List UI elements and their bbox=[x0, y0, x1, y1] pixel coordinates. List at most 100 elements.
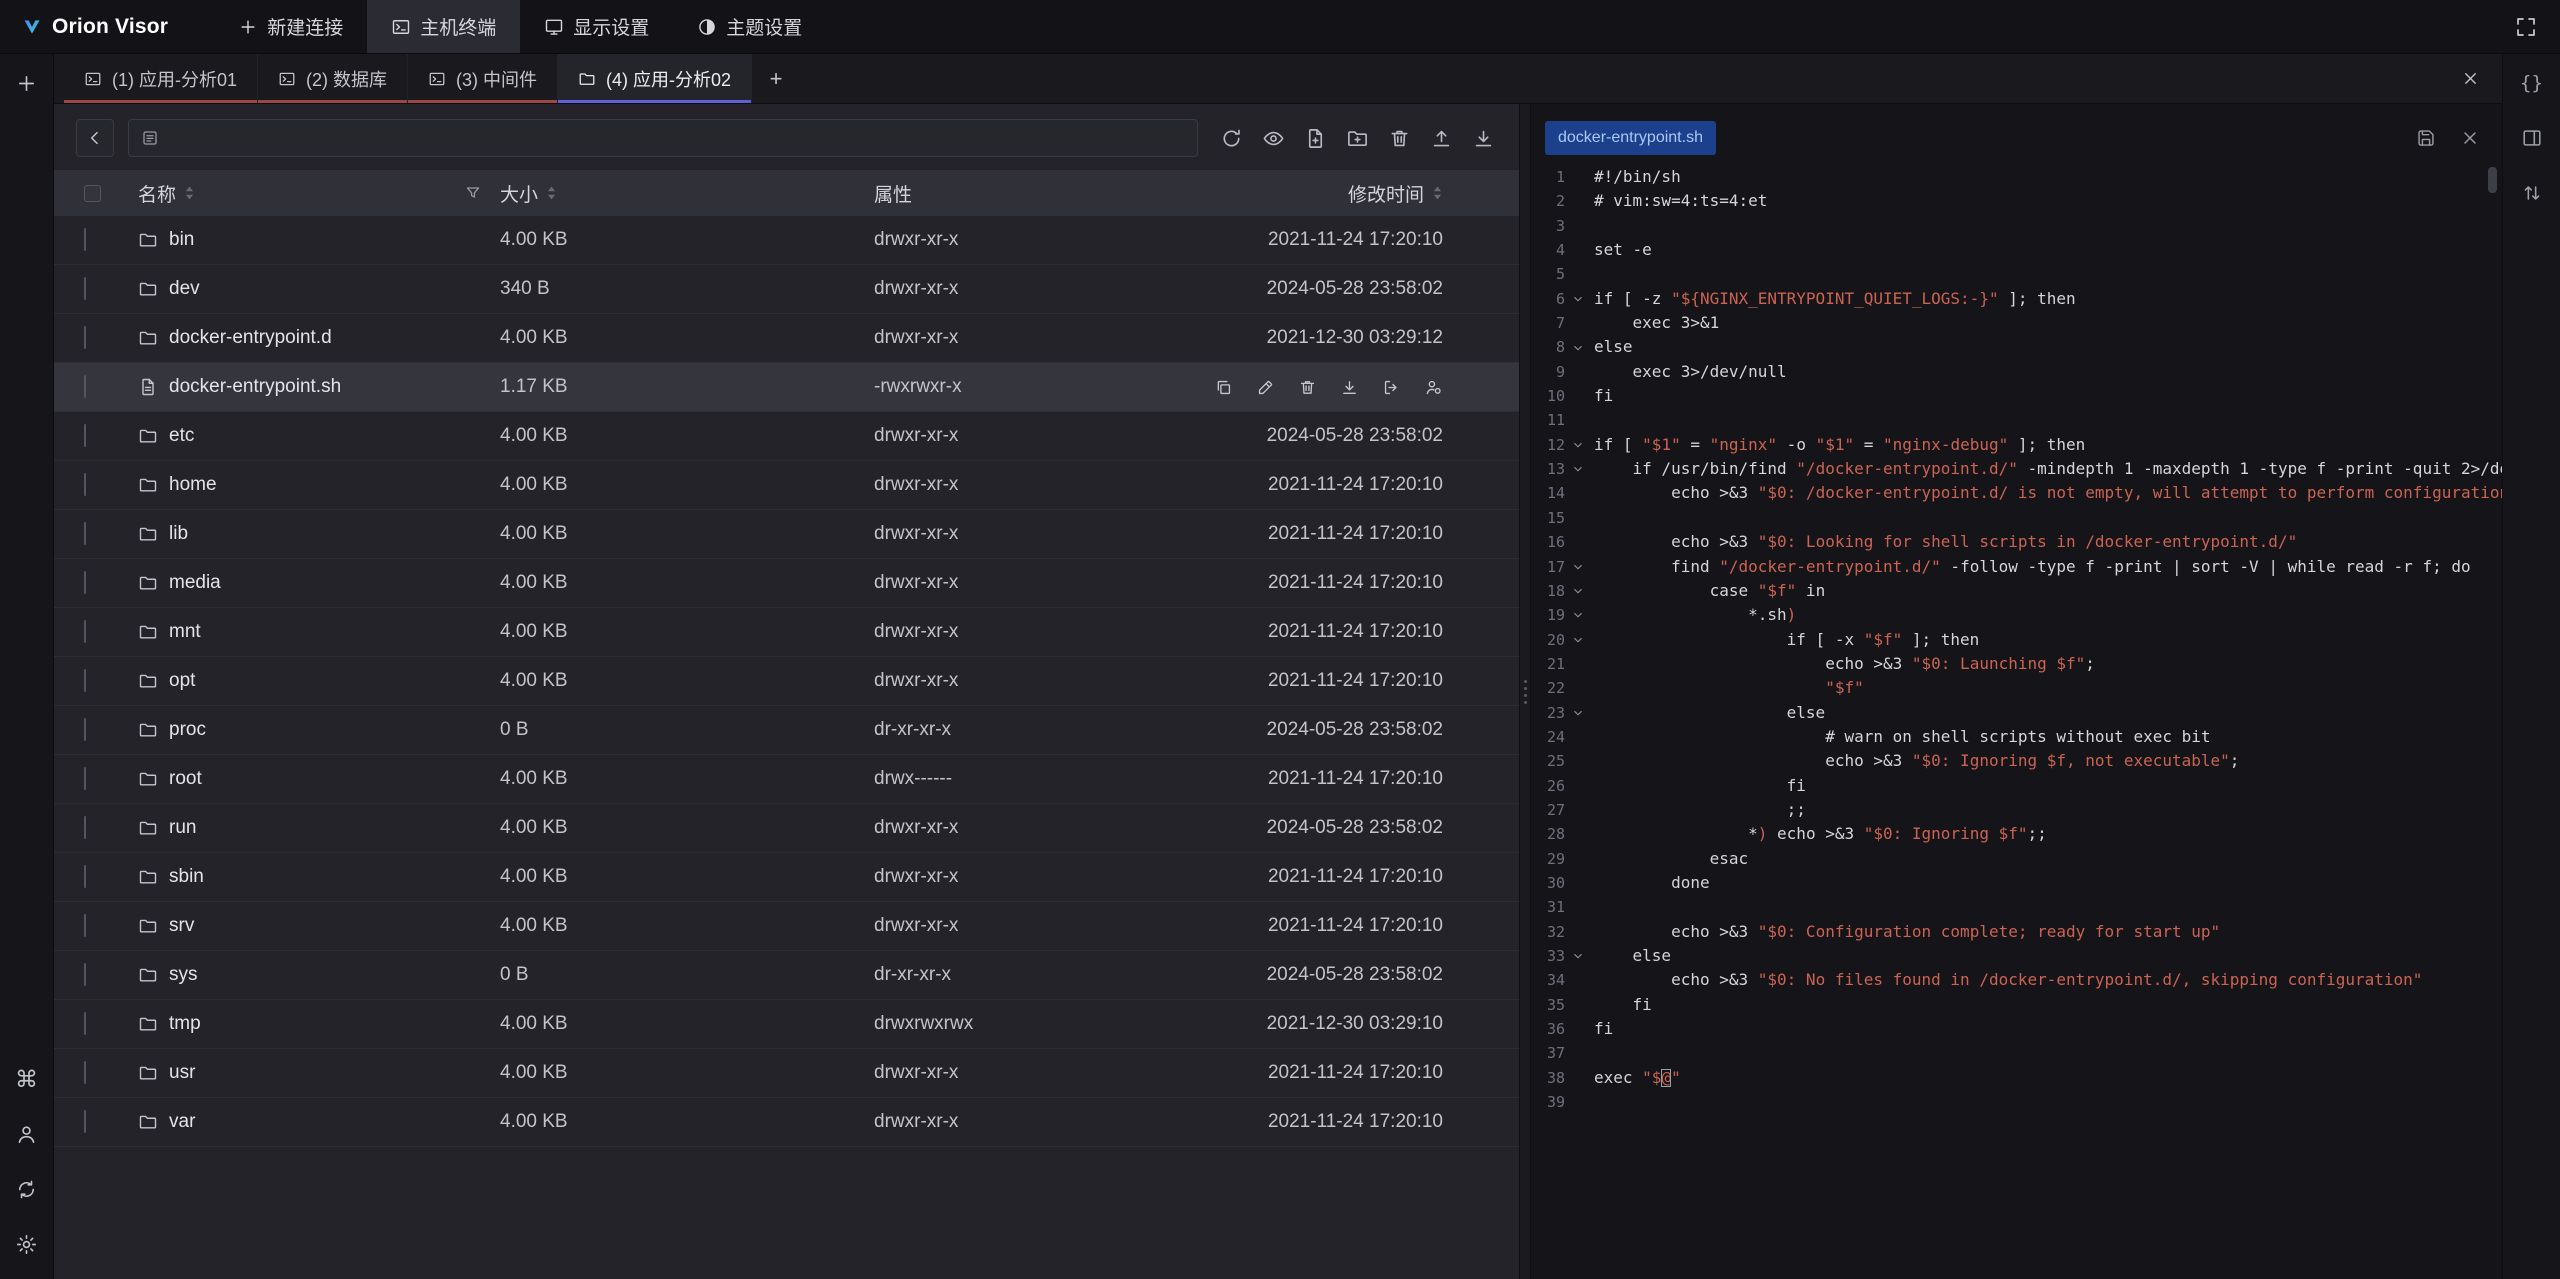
file-row[interactable]: docker-entrypoint.sh 1.17 KB -rwxrwxr-x bbox=[54, 363, 1519, 412]
delete-file-icon[interactable] bbox=[1298, 378, 1317, 397]
nav-item-host-terminal[interactable]: 主机终端 bbox=[367, 0, 520, 53]
fold-chevron-icon[interactable] bbox=[1565, 944, 1591, 968]
code-line[interactable]: 1#!/bin/sh bbox=[1531, 165, 2502, 189]
row-checkbox[interactable] bbox=[84, 1012, 86, 1035]
code-line[interactable]: 33 else bbox=[1531, 944, 2502, 968]
sort-icon[interactable] bbox=[1432, 185, 1443, 201]
code-line[interactable]: 32 echo >&3 "$0: Configuration complete;… bbox=[1531, 920, 2502, 944]
file-row[interactable]: media 4.00 KB drwxr-xr-x 2021-11-24 17:2… bbox=[54, 559, 1519, 608]
row-checkbox[interactable] bbox=[84, 620, 86, 643]
file-row[interactable]: dev 340 B drwxr-xr-x 2024-05-28 23:58:02 bbox=[54, 265, 1519, 314]
row-checkbox[interactable] bbox=[84, 1061, 86, 1084]
code-line[interactable]: 26 fi bbox=[1531, 774, 2502, 798]
fold-chevron-icon[interactable] bbox=[1565, 335, 1591, 359]
code-line[interactable]: 30 done bbox=[1531, 871, 2502, 895]
fold-chevron-icon[interactable] bbox=[1565, 628, 1591, 652]
code-line[interactable]: 10fi bbox=[1531, 384, 2502, 408]
session-tab-2[interactable]: (2) 数据库 bbox=[258, 54, 408, 103]
path-input[interactable] bbox=[168, 128, 1185, 148]
sync-icon[interactable] bbox=[8, 1170, 46, 1208]
code-line[interactable]: 14 echo >&3 "$0: /docker-entrypoint.d/ i… bbox=[1531, 481, 2502, 505]
row-checkbox[interactable] bbox=[84, 228, 86, 251]
save-icon[interactable] bbox=[2416, 128, 2436, 148]
new-folder-icon[interactable] bbox=[1346, 127, 1369, 150]
row-checkbox[interactable] bbox=[84, 571, 86, 594]
row-checkbox[interactable] bbox=[84, 1110, 86, 1133]
code-line[interactable]: 25 echo >&3 "$0: Ignoring $f, not execut… bbox=[1531, 749, 2502, 773]
sort-icon[interactable] bbox=[184, 185, 195, 201]
code-line[interactable]: 18 case "$f" in bbox=[1531, 579, 2502, 603]
delete-icon[interactable] bbox=[1388, 127, 1411, 150]
code-line[interactable]: 23 else bbox=[1531, 701, 2502, 725]
code-line[interactable]: 24 # warn on shell scripts without exec … bbox=[1531, 725, 2502, 749]
row-checkbox[interactable] bbox=[84, 669, 86, 692]
nav-item-theme-settings[interactable]: 主题设置 bbox=[673, 0, 826, 53]
file-row[interactable]: var 4.00 KB drwxr-xr-x 2021-11-24 17:20:… bbox=[54, 1098, 1519, 1147]
file-row[interactable]: srv 4.00 KB drwxr-xr-x 2021-11-24 17:20:… bbox=[54, 902, 1519, 951]
row-checkbox[interactable] bbox=[84, 865, 86, 888]
copy-path-icon[interactable] bbox=[1214, 378, 1233, 397]
file-row[interactable]: sbin 4.00 KB drwxr-xr-x 2021-11-24 17:20… bbox=[54, 853, 1519, 902]
show-hidden-icon[interactable] bbox=[1262, 127, 1285, 150]
code-line[interactable]: 39 bbox=[1531, 1090, 2502, 1114]
fold-chevron-icon[interactable] bbox=[1565, 579, 1591, 603]
close-editor-icon[interactable] bbox=[2460, 128, 2480, 148]
sort-icon[interactable] bbox=[546, 185, 557, 201]
code-line[interactable]: 7 exec 3>&1 bbox=[1531, 311, 2502, 335]
file-row[interactable]: etc 4.00 KB drwxr-xr-x 2024-05-28 23:58:… bbox=[54, 412, 1519, 461]
download-icon[interactable] bbox=[1472, 127, 1495, 150]
code-line[interactable]: 35 fi bbox=[1531, 993, 2502, 1017]
code-line[interactable]: 29 esac bbox=[1531, 847, 2502, 871]
fold-chevron-icon[interactable] bbox=[1565, 555, 1591, 579]
upload-icon[interactable] bbox=[1430, 127, 1453, 150]
editor-scrollbar[interactable] bbox=[2488, 167, 2497, 193]
code-line[interactable]: 3 bbox=[1531, 214, 2502, 238]
file-row[interactable]: tmp 4.00 KB drwxrwxrwx 2021-12-30 03:29:… bbox=[54, 1000, 1519, 1049]
file-row[interactable]: run 4.00 KB drwxr-xr-x 2024-05-28 23:58:… bbox=[54, 804, 1519, 853]
row-checkbox[interactable] bbox=[84, 718, 86, 741]
row-checkbox[interactable] bbox=[84, 522, 86, 545]
command-icon[interactable]: ⌘ bbox=[8, 1060, 46, 1098]
editor-file-tab[interactable]: docker-entrypoint.sh bbox=[1545, 121, 1716, 155]
code-line[interactable]: 8else bbox=[1531, 335, 2502, 359]
select-all-checkbox[interactable] bbox=[84, 185, 101, 202]
row-checkbox[interactable] bbox=[84, 914, 86, 937]
row-checkbox[interactable] bbox=[84, 963, 86, 986]
session-tab-1[interactable]: (1) 应用-分析01 bbox=[64, 54, 258, 103]
new-tab-button[interactable]: + bbox=[752, 54, 800, 103]
close-all-icon[interactable] bbox=[2439, 54, 2502, 103]
snippets-icon[interactable]: {} bbox=[2513, 64, 2551, 102]
code-line[interactable]: 13 if /usr/bin/find "/docker-entrypoint.… bbox=[1531, 457, 2502, 481]
fold-chevron-icon[interactable] bbox=[1565, 287, 1591, 311]
move-file-icon[interactable] bbox=[1382, 378, 1401, 397]
row-checkbox[interactable] bbox=[84, 816, 86, 839]
file-row[interactable]: mnt 4.00 KB drwxr-xr-x 2021-11-24 17:20:… bbox=[54, 608, 1519, 657]
code-line[interactable]: 6if [ -z "${NGINX_ENTRYPOINT_QUIET_LOGS:… bbox=[1531, 287, 2502, 311]
code-line[interactable]: 5 bbox=[1531, 262, 2502, 286]
panel-splitter[interactable] bbox=[1519, 104, 1531, 1279]
path-input-box[interactable] bbox=[128, 119, 1198, 157]
code-line[interactable]: 16 echo >&3 "$0: Looking for shell scrip… bbox=[1531, 530, 2502, 554]
code-line[interactable]: 2# vim:sw=4:ts=4:et bbox=[1531, 189, 2502, 213]
fold-chevron-icon[interactable] bbox=[1565, 457, 1591, 481]
new-connection-icon[interactable] bbox=[8, 64, 46, 102]
fullscreen-icon[interactable] bbox=[2514, 15, 2538, 39]
session-tab-3[interactable]: (3) 中间件 bbox=[408, 54, 558, 103]
code-line[interactable]: 11 bbox=[1531, 408, 2502, 432]
nav-item-display-settings[interactable]: 显示设置 bbox=[520, 0, 673, 53]
code-line[interactable]: 36fi bbox=[1531, 1017, 2502, 1041]
code-line[interactable]: 28 *) echo >&3 "$0: Ignoring $f";; bbox=[1531, 822, 2502, 846]
code-line[interactable]: 4set -e bbox=[1531, 238, 2502, 262]
row-checkbox[interactable] bbox=[84, 424, 86, 447]
code-line[interactable]: 27 ;; bbox=[1531, 798, 2502, 822]
panel-layout-icon[interactable] bbox=[2513, 119, 2551, 157]
file-row[interactable]: root 4.00 KB drwx------ 2021-11-24 17:20… bbox=[54, 755, 1519, 804]
code-line[interactable]: 9 exec 3>/dev/null bbox=[1531, 360, 2502, 384]
transfer-icon[interactable] bbox=[2513, 174, 2551, 212]
file-row[interactable]: bin 4.00 KB drwxr-xr-x 2021-11-24 17:20:… bbox=[54, 216, 1519, 265]
new-file-icon[interactable] bbox=[1304, 127, 1327, 150]
download-file-icon[interactable] bbox=[1340, 378, 1359, 397]
row-checkbox[interactable] bbox=[84, 473, 86, 496]
file-row[interactable]: home 4.00 KB drwxr-xr-x 2021-11-24 17:20… bbox=[54, 461, 1519, 510]
file-row[interactable]: proc 0 B dr-xr-xr-x 2024-05-28 23:58:02 bbox=[54, 706, 1519, 755]
